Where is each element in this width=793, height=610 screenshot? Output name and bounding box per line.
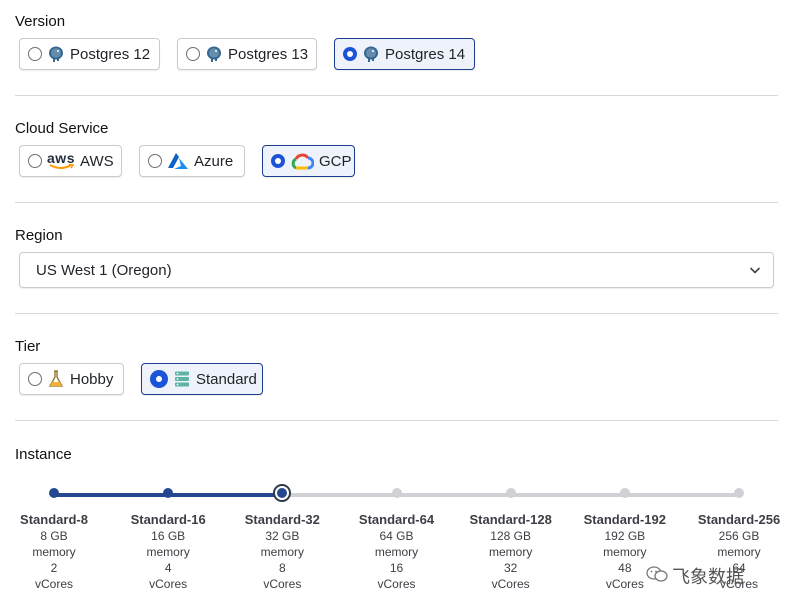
postgres-elephant-icon [204, 44, 224, 64]
version-option-postgres-13[interactable]: Postgres 13 [177, 38, 317, 70]
instance-step-label[interactable]: Standard-16 16 GB memory 4 vCores [113, 512, 223, 592]
instance-step-label[interactable]: Standard-32 32 GB memory 8 vCores [227, 512, 337, 592]
region-select[interactable]: US West 1 (Oregon) [19, 252, 774, 288]
instance-step-vcores-label: vCores [263, 577, 302, 591]
watermark-text: 飞象数据 [672, 567, 744, 587]
flask-icon [46, 369, 66, 389]
postgres-elephant-icon [46, 44, 66, 64]
instance-step-vcores: 8 [278, 561, 286, 575]
slider-step-dot[interactable] [391, 488, 402, 498]
version-option-label: Postgres 13 [228, 45, 309, 63]
instance-step-vcores: 4 [164, 561, 172, 575]
instance-step-vcores-label: vCores [149, 577, 188, 591]
version-option-postgres-14[interactable]: Postgres 14 [334, 38, 475, 70]
radio-button[interactable] [28, 47, 42, 61]
version-option-postgres-12[interactable]: Postgres 12 [19, 38, 160, 70]
slider-thumb[interactable] [273, 484, 292, 502]
watermark: 飞象数据 [646, 563, 744, 589]
aws-logo-text: aws [47, 150, 75, 166]
instance-step-name: Standard-8 [20, 512, 88, 527]
instance-step-vcores: 32 [503, 561, 518, 575]
version-option-label: Postgres 14 [385, 45, 466, 63]
version-label: Version [15, 13, 66, 30]
slider-step-dot[interactable] [49, 488, 59, 498]
region-label: Region [15, 227, 63, 244]
instance-step-vcores: 2 [50, 561, 58, 575]
radio-button[interactable] [28, 372, 42, 386]
instance-step-memory: 256 GB [718, 529, 760, 543]
instance-step-name: Standard-192 [583, 512, 667, 527]
tier-option-label: Standard [196, 370, 257, 388]
cloud-option-azure[interactable]: Azure [139, 145, 245, 177]
radio-button[interactable] [186, 47, 200, 61]
tier-option-standard[interactable]: Standard [141, 363, 263, 395]
slider-step-dot[interactable] [505, 488, 516, 498]
instance-step-vcores-label: vCores [377, 577, 416, 591]
divider [15, 420, 778, 421]
instance-step-memory-label: memory [32, 545, 76, 559]
instance-step-label[interactable]: Standard-8 8 GB memory 2 vCores [0, 512, 109, 592]
divider [15, 202, 778, 203]
instance-step-vcores: 16 [389, 561, 404, 575]
azure-logo-icon [166, 151, 190, 171]
instance-step-label[interactable]: Standard-128 128 GB memory 32 vCores [456, 512, 566, 592]
instance-step-vcores-label: vCores [491, 577, 530, 591]
instance-step-memory-label: memory [146, 545, 190, 559]
version-option-label: Postgres 12 [70, 45, 151, 63]
instance-step-name: Standard-32 [244, 512, 320, 527]
chevron-down-icon [749, 263, 761, 280]
slider-step-dot[interactable] [734, 488, 744, 498]
server-stack-icon [172, 369, 192, 389]
instance-step-memory: 8 GB [40, 529, 68, 543]
postgres-elephant-icon [361, 44, 381, 64]
radio-button[interactable] [148, 154, 162, 168]
instance-step-memory-label: memory [374, 545, 419, 559]
divider [15, 313, 778, 314]
region-select-value: US West 1 (Oregon) [36, 261, 172, 279]
instance-step-memory-label: memory [488, 545, 533, 559]
slider-step-dot[interactable] [619, 488, 630, 498]
instance-step-name: Standard-16 [130, 512, 206, 527]
instance-step-name: Standard-256 [697, 512, 781, 527]
instance-step-name: Standard-64 [358, 512, 435, 527]
radio-button[interactable] [150, 370, 168, 388]
instance-step-memory: 64 GB [379, 529, 414, 543]
gcp-cloud-icon [289, 151, 315, 171]
instance-step-memory: 32 GB [265, 529, 300, 543]
cloud-option-label: GCP [319, 152, 352, 170]
instance-step-name: Standard-128 [469, 512, 552, 527]
instance-step-memory: 128 GB [490, 529, 531, 543]
radio-button[interactable] [271, 154, 285, 168]
cloud-option-label: AWS [80, 152, 114, 170]
instance-step-memory: 16 GB [151, 529, 186, 543]
tier-label: Tier [15, 338, 41, 355]
cloud-option-label: Azure [194, 152, 234, 170]
instance-step-vcores-label: vCores [34, 577, 73, 591]
cloud-option-aws[interactable]: aws AWS [19, 145, 122, 177]
instance-step-label[interactable]: Standard-64 64 GB memory 16 vCores [342, 512, 452, 592]
aws-logo-icon: aws [46, 151, 76, 171]
cloud-option-gcp[interactable]: GCP [262, 145, 355, 177]
tier-option-hobby[interactable]: Hobby [19, 363, 124, 395]
divider [15, 95, 778, 96]
radio-button[interactable] [343, 47, 357, 61]
instance-step-memory-label: memory [603, 545, 647, 559]
wechat-icon [646, 565, 668, 588]
cloud-service-label: Cloud Service [15, 120, 109, 137]
tier-option-label: Hobby [70, 370, 114, 388]
radio-button[interactable] [28, 154, 42, 168]
instance-step-memory-label: memory [260, 545, 304, 559]
instance-label: Instance [15, 446, 72, 463]
instance-step-memory-label: memory [717, 545, 761, 559]
instance-step-memory: 192 GB [604, 529, 646, 543]
